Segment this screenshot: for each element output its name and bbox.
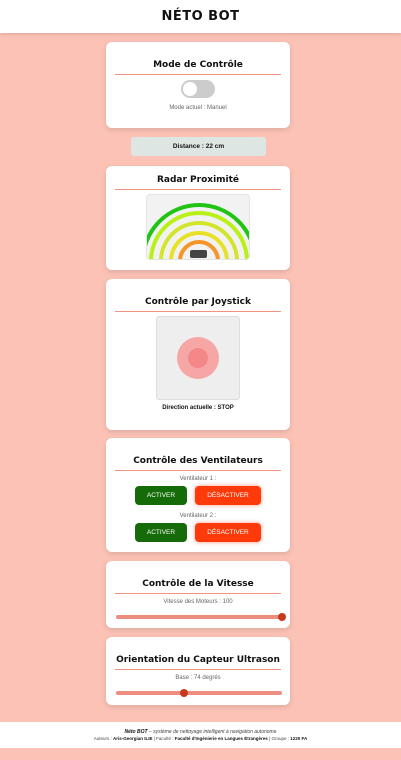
- divider: [115, 189, 281, 190]
- divider: [115, 593, 281, 594]
- radar-card: Radar Proximité: [106, 166, 290, 270]
- speed-card-title: Contrôle de la Vitesse: [142, 579, 254, 589]
- fan-2-deactivate-button[interactable]: DÉSACTIVER: [195, 523, 261, 542]
- joystick-base: [177, 337, 219, 379]
- divider: [115, 74, 281, 75]
- toggle-knob: [183, 82, 197, 96]
- joystick-handle[interactable]: [188, 348, 208, 368]
- divider: [115, 311, 281, 312]
- distance-readout: Distance : 22 cm: [131, 137, 266, 156]
- sensor-angle-slider-thumb[interactable]: [180, 689, 189, 697]
- speed-value-label: Vitesse des Moteurs : 100: [163, 599, 233, 605]
- sensor-angle-slider[interactable]: [116, 689, 282, 697]
- top-bar: NÉTO BOT: [0, 0, 401, 33]
- app-title: NÉTO BOT: [161, 9, 240, 24]
- footer-line-1: Néto BOT – système de nettoyage intellig…: [0, 722, 401, 735]
- footer-tagline: – système de nettoyage intelligent à nav…: [147, 729, 277, 735]
- fan-1-deactivate-button[interactable]: DÉSACTIVER: [195, 486, 261, 505]
- mode-card-title: Mode de Contrôle: [153, 60, 243, 70]
- fans-card-title: Contrôle des Ventilateurs: [133, 456, 263, 466]
- footer-authors-prefix: Auteurs :: [93, 736, 113, 741]
- radar-display: [146, 194, 250, 260]
- footer-authors: Aris-Georgian ILIE: [113, 736, 153, 741]
- footer: Néto BOT – système de nettoyage intellig…: [0, 722, 401, 748]
- speed-slider[interactable]: [116, 613, 286, 621]
- footer-brand: Néto BOT: [124, 729, 148, 735]
- fan-1-activate-button[interactable]: ACTIVER: [135, 486, 187, 505]
- footer-line-2: Auteurs : Aris-Georgian ILIE | Faculté :…: [0, 735, 401, 741]
- fan-2-label: Ventilateur 2 :: [179, 513, 217, 519]
- footer-faculty: Faculté d'Ingénierie en Langues Étrangèr…: [174, 736, 268, 741]
- sensor-card-title: Orientation du Capteur Ultrason: [116, 655, 280, 665]
- radar-arcs: [147, 203, 249, 259]
- joystick-card: Contrôle par Joystick Direction actuelle…: [106, 279, 290, 430]
- joystick-pad[interactable]: [156, 316, 240, 400]
- robot-marker: [190, 250, 207, 258]
- divider: [115, 470, 281, 471]
- fan-1-label: Ventilateur 1 :: [179, 476, 217, 482]
- mode-status: Mode actuel : Manuel: [169, 105, 227, 111]
- joystick-card-title: Contrôle par Joystick: [145, 297, 251, 307]
- fan-2-activate-button[interactable]: ACTIVER: [135, 523, 187, 542]
- fans-card: Contrôle des Ventilateurs Ventilateur 1 …: [106, 438, 290, 552]
- joystick-direction: Direction actuelle : STOP: [162, 405, 234, 411]
- speed-card: Contrôle de la Vitesse Vitesse des Moteu…: [106, 561, 290, 628]
- mode-toggle[interactable]: [181, 80, 215, 98]
- sensor-angle-label: Base : 74 degrés: [175, 675, 221, 681]
- footer-faculty-prefix: | Faculté :: [152, 736, 175, 741]
- footer-group-prefix: | Groupe :: [267, 736, 291, 741]
- radar-card-title: Radar Proximité: [156, 175, 240, 185]
- sensor-card: Orientation du Capteur Ultrason Base : 7…: [106, 637, 290, 705]
- mode-card: Mode de Contrôle Mode actuel : Manuel: [106, 42, 290, 128]
- footer-group: 1220 FA: [290, 736, 308, 741]
- speed-slider-thumb[interactable]: [278, 613, 286, 621]
- divider: [115, 669, 281, 670]
